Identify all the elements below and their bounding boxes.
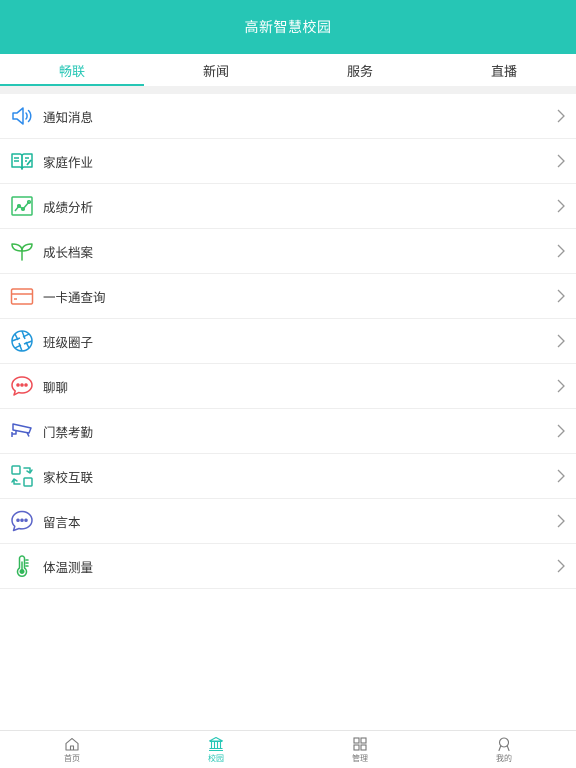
menu-item-label: 家校互联 [43, 469, 94, 485]
nav-item-label: 管理 [352, 753, 368, 763]
menu-item-label: 成绩分析 [43, 199, 94, 215]
menu-item-label: 聊聊 [43, 379, 69, 395]
page-title: 高新智慧校园 [244, 20, 332, 36]
chevron-right-icon [557, 289, 565, 303]
tab-news[interactable]: 新闻 [144, 54, 288, 86]
menu-item-guestbook[interactable]: 留言本 [0, 499, 576, 544]
chat-bubble-icon [10, 374, 34, 398]
campus-icon [208, 736, 224, 751]
menu-item-label: 门禁考勤 [43, 424, 94, 440]
tab-label: 服务 [346, 64, 373, 80]
tab-services[interactable]: 服务 [288, 54, 432, 86]
camera-icon [10, 419, 34, 443]
nav-item-mine[interactable]: 我的 [432, 731, 576, 768]
nav-item-label: 首页 [64, 753, 80, 763]
chevron-right-icon [557, 514, 565, 528]
chart-analysis-icon [10, 194, 34, 218]
nav-item-manage[interactable]: 管理 [288, 731, 432, 768]
menu-item-homework[interactable]: 家庭作业 [0, 139, 576, 184]
menu-item-label: 留言本 [43, 514, 81, 530]
menu-item-label: 体温测量 [43, 559, 94, 575]
chevron-right-icon [557, 109, 565, 123]
grid-icon [353, 736, 367, 751]
nav-item-label: 校园 [208, 753, 224, 763]
tab-changlian[interactable]: 畅联 [0, 54, 144, 86]
user-icon [498, 736, 510, 751]
section-divider [0, 86, 576, 94]
card-icon [10, 284, 34, 308]
home-icon [65, 737, 79, 751]
menu-item-chat[interactable]: 聊聊 [0, 364, 576, 409]
menu-item-access-attendance[interactable]: 门禁考勤 [0, 409, 576, 454]
bottom-nav-bar: 首页 校园 管理 我的 [0, 730, 576, 768]
tab-label: 畅联 [58, 64, 85, 80]
speaker-icon [10, 104, 34, 128]
top-tab-bar: 畅联 新闻 服务 直播 [0, 54, 576, 86]
tab-label: 新闻 [202, 64, 229, 80]
tab-label: 直播 [490, 64, 517, 80]
chevron-right-icon [557, 559, 565, 573]
menu-item-temperature[interactable]: 体温测量 [0, 544, 576, 589]
connect-icon [10, 464, 34, 488]
menu-item-label: 一卡通查询 [43, 289, 106, 305]
chevron-right-icon [557, 334, 565, 348]
chevron-right-icon [557, 469, 565, 483]
book-edit-icon [10, 149, 34, 173]
sprout-icon [10, 239, 34, 263]
chevron-right-icon [557, 379, 565, 393]
aperture-icon [10, 329, 34, 353]
menu-item-grade-analysis[interactable]: 成绩分析 [0, 184, 576, 229]
thermometer-icon [10, 554, 34, 578]
menu-list: 通知消息 家庭作业 成绩分析 成长档案 一卡通查询 班级圈子 聊聊 门禁考勤 家… [0, 94, 576, 589]
menu-item-card-query[interactable]: 一卡通查询 [0, 274, 576, 319]
menu-item-label: 家庭作业 [43, 154, 94, 170]
menu-item-class-circle[interactable]: 班级圈子 [0, 319, 576, 364]
chevron-right-icon [557, 424, 565, 438]
menu-item-label: 通知消息 [43, 109, 94, 125]
chevron-right-icon [557, 199, 565, 213]
chevron-right-icon [557, 244, 565, 258]
menu-item-notifications[interactable]: 通知消息 [0, 94, 576, 139]
nav-item-label: 我的 [496, 753, 512, 763]
nav-item-campus[interactable]: 校园 [144, 731, 288, 768]
menu-item-home-school[interactable]: 家校互联 [0, 454, 576, 499]
tab-live[interactable]: 直播 [432, 54, 576, 86]
menu-item-label: 成长档案 [43, 244, 94, 260]
menu-item-label: 班级圈子 [43, 334, 94, 350]
menu-item-growth-archive[interactable]: 成长档案 [0, 229, 576, 274]
chevron-right-icon [557, 154, 565, 168]
app-header: 高新智慧校园 [0, 0, 576, 54]
message-icon [10, 509, 34, 533]
nav-item-home[interactable]: 首页 [0, 731, 144, 768]
